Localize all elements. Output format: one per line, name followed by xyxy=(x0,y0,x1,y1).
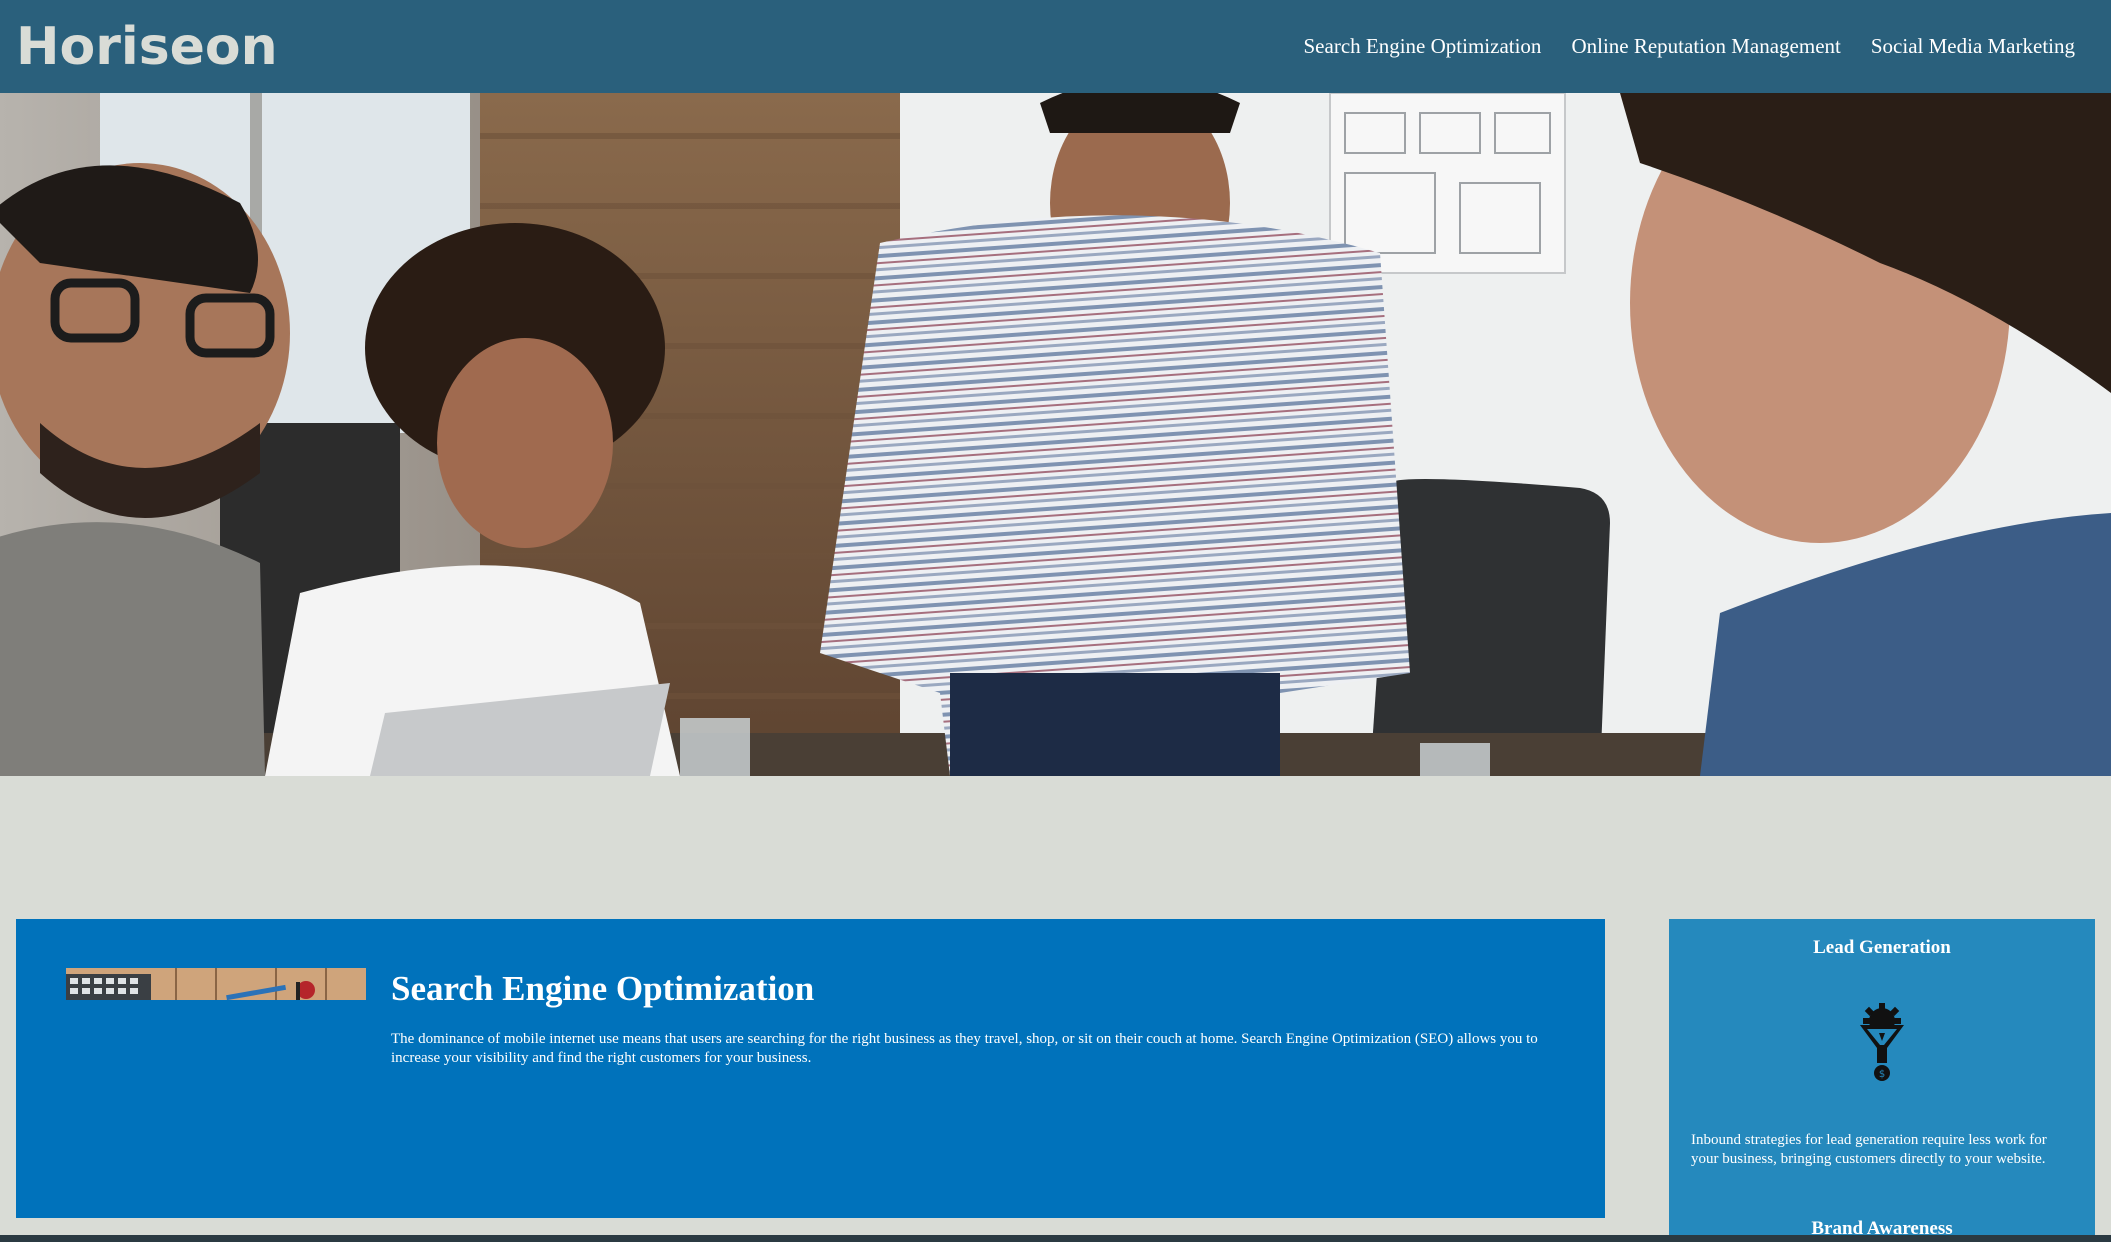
nav-link-seo[interactable]: Search Engine Optimization xyxy=(1304,34,1542,59)
nav-link-social[interactable]: Social Media Marketing xyxy=(1871,34,2075,59)
benefit-title-lead: Lead Generation xyxy=(1813,937,1951,958)
seo-description: The dominance of mobile internet use mea… xyxy=(391,1031,1538,1066)
svg-text:$: $ xyxy=(1879,1069,1885,1080)
main-nav: Search Engine Optimization Online Reputa… xyxy=(1304,34,2094,59)
benefit-text-lead: Inbound strategies for lead generation r… xyxy=(1691,1132,2047,1167)
page-bottom-edge xyxy=(0,1235,2111,1242)
nav-link-reputation[interactable]: Online Reputation Management xyxy=(1571,34,1840,59)
site-header: Horiseon Search Engine Optimization Onli… xyxy=(0,0,2111,93)
benefits-sidebar: Lead Generation $ Inbound strategies for… xyxy=(1669,919,2095,1242)
seo-thumbnail xyxy=(66,968,366,1000)
seo-card: Search Engine Optimization The dominance… xyxy=(16,919,1605,1218)
hero-image xyxy=(0,93,2111,776)
lead-generation-funnel-icon: $ xyxy=(1857,1003,1907,1083)
seo-title: Search Engine Optimization xyxy=(391,969,815,1008)
site-logo[interactable]: Horiseon xyxy=(16,17,278,77)
team-meeting-photo xyxy=(0,93,2111,776)
